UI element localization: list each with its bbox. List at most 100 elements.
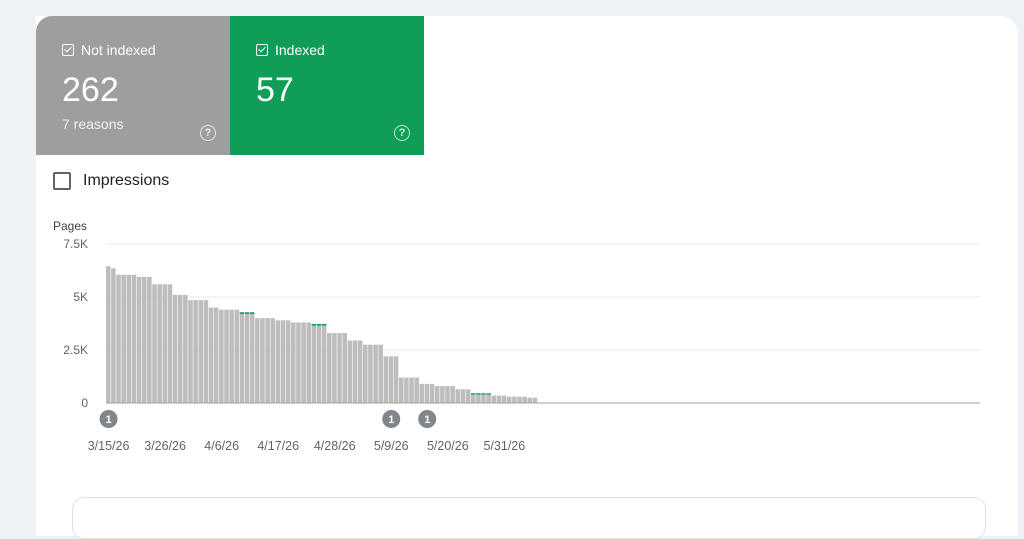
annotation-label: 1: [388, 414, 394, 426]
bar-not-indexed: [321, 325, 327, 403]
bar-indexed: [311, 323, 317, 326]
bar-not-indexed: [470, 394, 476, 403]
x-tick-label: 5/20/26: [427, 439, 469, 453]
y-tick-label: 5K: [73, 290, 88, 304]
bar-indexed: [476, 393, 481, 395]
bar-not-indexed: [424, 383, 430, 403]
bar-not-indexed: [363, 344, 368, 403]
bar-not-indexed: [388, 356, 394, 403]
bar-not-indexed: [229, 309, 234, 403]
y-tick-label: 2.5K: [63, 343, 88, 357]
bar-not-indexed: [419, 383, 425, 403]
x-tick-label: 4/28/26: [314, 439, 356, 453]
bar-not-indexed: [131, 274, 137, 403]
bar-not-indexed: [275, 320, 281, 403]
bar-not-indexed: [285, 320, 291, 403]
bar-not-indexed: [465, 389, 471, 403]
bar-not-indexed: [409, 377, 414, 403]
bar-not-indexed: [162, 284, 168, 403]
bar-not-indexed: [398, 377, 404, 403]
x-tick-label: 5/31/26: [483, 439, 525, 453]
bar-not-indexed: [316, 325, 322, 403]
details-panel: [72, 497, 986, 539]
bar-indexed: [239, 312, 245, 314]
bar-not-indexed: [234, 309, 240, 403]
bar-not-indexed: [383, 356, 389, 403]
bar-not-indexed: [429, 383, 435, 403]
bar-not-indexed: [342, 333, 347, 403]
bar-not-indexed: [506, 396, 512, 403]
bar-not-indexed: [327, 333, 332, 403]
bar-not-indexed: [260, 318, 265, 403]
bar-not-indexed: [501, 395, 507, 403]
bar-not-indexed: [126, 274, 132, 403]
x-tick-label: 3/26/26: [144, 439, 186, 453]
bar-not-indexed: [244, 313, 250, 403]
bar-not-indexed: [219, 309, 224, 403]
bar-not-indexed: [183, 294, 188, 403]
bar-not-indexed: [167, 284, 173, 403]
y-tick-label: 0: [81, 396, 88, 410]
bar-not-indexed: [522, 396, 527, 403]
bar-not-indexed: [491, 395, 497, 403]
bar-indexed: [244, 312, 250, 314]
bar-not-indexed: [265, 318, 270, 403]
bar-not-indexed: [527, 397, 533, 403]
bar-not-indexed: [106, 266, 111, 403]
bar-indexed: [316, 323, 322, 326]
bar-not-indexed: [311, 325, 317, 403]
bar-not-indexed: [512, 396, 517, 403]
bar-not-indexed: [147, 276, 152, 403]
bar-not-indexed: [270, 318, 276, 403]
x-tick-label: 4/6/26: [204, 439, 239, 453]
x-tick-label: 5/9/26: [374, 439, 409, 453]
bar-not-indexed: [445, 386, 450, 403]
pages-bar-chart: Pages 0 2.5K 5K 7.5K 3/15/26 3/26/26 4/6/26 4/17…: [53, 219, 980, 453]
bar-not-indexed: [368, 344, 373, 403]
bar-not-indexed: [393, 356, 399, 403]
y-tick-label: 7.5K: [63, 237, 88, 251]
bar-not-indexed: [111, 268, 116, 403]
bar-not-indexed: [373, 344, 378, 403]
bar-indexed: [321, 323, 327, 326]
bar-not-indexed: [136, 276, 142, 403]
bar-not-indexed: [198, 300, 204, 403]
bar-indexed: [470, 393, 476, 395]
bar-not-indexed: [517, 396, 522, 403]
bar-not-indexed: [378, 344, 383, 403]
bar-not-indexed: [213, 307, 219, 403]
bar-not-indexed: [414, 377, 419, 403]
annotation-label: 1: [424, 414, 430, 426]
bar-not-indexed: [141, 276, 147, 403]
bar-not-indexed: [177, 294, 183, 403]
bar-not-indexed: [357, 340, 363, 403]
bar-indexed: [249, 312, 255, 314]
annotation-label: 1: [106, 414, 112, 426]
bar-not-indexed: [172, 294, 178, 403]
bar-not-indexed: [255, 318, 260, 403]
bar-not-indexed: [455, 389, 461, 403]
bar-not-indexed: [116, 274, 121, 403]
bar-not-indexed: [301, 322, 306, 403]
bar-not-indexed: [460, 389, 466, 403]
bar-not-indexed: [486, 394, 491, 403]
bar-indexed: [486, 393, 491, 395]
bar-not-indexed: [203, 300, 209, 403]
bar-not-indexed: [306, 322, 311, 403]
bar-not-indexed: [347, 340, 353, 403]
bar-not-indexed: [404, 377, 409, 403]
bar-not-indexed: [239, 313, 245, 403]
bar-not-indexed: [188, 300, 193, 403]
bar-not-indexed: [434, 386, 440, 403]
bar-indexed: [481, 393, 486, 395]
bar-not-indexed: [152, 284, 157, 403]
bar-not-indexed: [496, 395, 502, 403]
y-axis-title: Pages: [53, 219, 87, 233]
bar-not-indexed: [291, 322, 296, 403]
bar-not-indexed: [157, 284, 162, 403]
bar-not-indexed: [208, 307, 214, 403]
bar-not-indexed: [476, 394, 481, 403]
x-tick-label: 3/15/26: [88, 439, 130, 453]
bar-not-indexed: [193, 300, 198, 403]
bar-not-indexed: [296, 322, 301, 403]
